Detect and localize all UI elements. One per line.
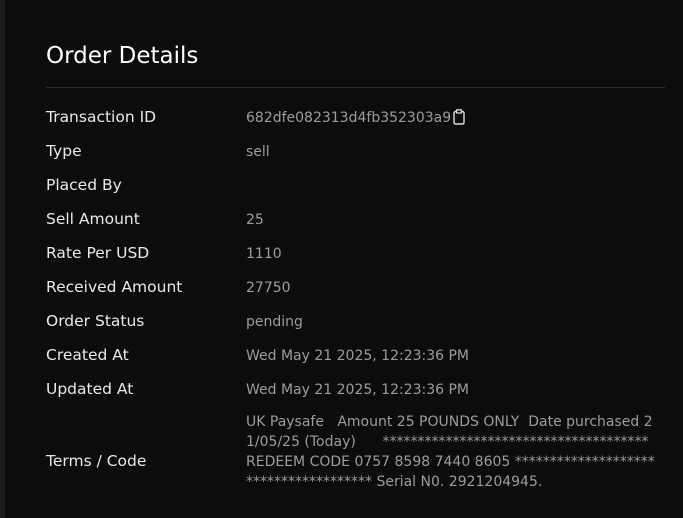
- placed-by-label: Placed By: [46, 176, 122, 194]
- clipboard-icon[interactable]: [453, 109, 465, 125]
- type-value: sell: [246, 144, 270, 160]
- divider: [46, 87, 665, 88]
- transaction-id-label: Transaction ID: [46, 108, 157, 126]
- sell-amount-value: 25: [246, 212, 264, 228]
- order-status-label: Order Status: [46, 312, 145, 330]
- terms-code-label: Terms / Code: [46, 452, 147, 470]
- created-at-label: Created At: [46, 346, 129, 364]
- sell-amount-label: Sell Amount: [46, 210, 140, 228]
- rate-per-usd-label: Rate Per USD: [46, 244, 150, 262]
- updated-at-value: Wed May 21 2025, 12:23:36 PM: [246, 382, 470, 398]
- transaction-id-value: 682dfe082313d4fb352303a9: [246, 110, 452, 126]
- received-amount-value: 27750: [246, 280, 291, 296]
- updated-at-label: Updated At: [46, 380, 134, 398]
- rate-per-usd-value: 1110: [246, 246, 282, 262]
- order-status-value: pending: [246, 314, 303, 330]
- created-at-value: Wed May 21 2025, 12:23:36 PM: [246, 348, 470, 364]
- type-label: Type: [46, 142, 82, 160]
- terms-code-value: UK Paysafe Amount 25 POUNDS ONLY Date pu…: [246, 414, 655, 490]
- clipboard-icon-graphic: [453, 109, 465, 125]
- order-details-card: Order Details Transaction ID 682dfe08231…: [5, 0, 683, 518]
- received-amount-label: Received Amount: [46, 278, 183, 296]
- page-title: Order Details: [46, 43, 199, 69]
